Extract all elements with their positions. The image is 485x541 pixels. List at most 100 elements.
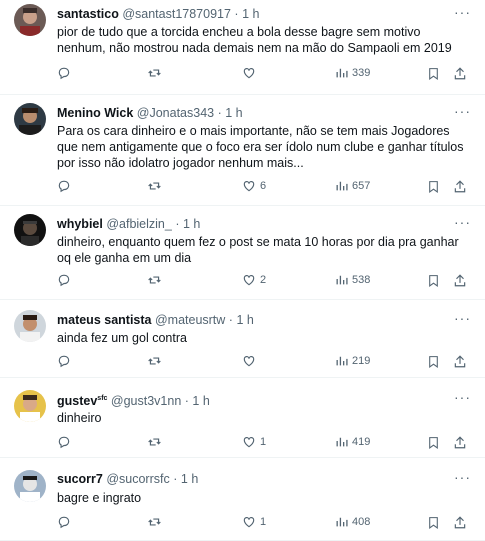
tweet[interactable]: whybiel @afbielzin_ · 1 h ··· dinheiro, …	[0, 206, 485, 300]
avatar[interactable]	[14, 4, 46, 36]
reply-button[interactable]	[57, 179, 71, 193]
share-icon	[454, 274, 466, 287]
timestamp[interactable]: 1 h	[181, 472, 198, 486]
more-horizontal-icon: ···	[454, 469, 471, 485]
action-bar: 1 419	[57, 435, 471, 453]
user-handle[interactable]: @santast17870917	[122, 7, 231, 21]
heart-icon	[243, 437, 255, 448]
retweet-button[interactable]	[147, 354, 162, 368]
display-name[interactable]: whybiel	[57, 217, 103, 231]
timestamp[interactable]: 1 h	[236, 313, 253, 327]
retweet-button[interactable]	[147, 273, 162, 287]
views-button[interactable]: 339	[335, 66, 370, 79]
avatar[interactable]	[14, 390, 46, 422]
tweet[interactable]: gustevsfc @gust3v1nn · 1 h ··· dinheiro …	[0, 378, 485, 458]
more-options-button[interactable]: ···	[454, 310, 471, 326]
tweet[interactable]: sucorr7 @sucorrsfc · 1 h ··· bagre e ing…	[0, 458, 485, 541]
heart-icon	[243, 68, 255, 79]
views-bar-chart-icon	[336, 275, 348, 285]
display-name[interactable]: gustevsfc	[57, 394, 107, 408]
like-button[interactable]: 1	[242, 435, 266, 449]
retweet-button[interactable]	[147, 179, 162, 193]
like-button[interactable]: 2	[242, 273, 266, 287]
views-bar-chart-icon	[336, 356, 348, 366]
action-bar: 2 538	[57, 273, 471, 291]
retweet-icon	[148, 276, 161, 284]
tweet-header: whybiel @afbielzin_ · 1 h	[57, 216, 455, 232]
view-count: 419	[352, 435, 371, 448]
share-button[interactable]	[453, 354, 467, 369]
avatar[interactable]	[14, 103, 46, 135]
views-button[interactable]: 657	[335, 179, 370, 192]
tweet-text: bagre e ingrato	[57, 491, 142, 505]
user-handle[interactable]: @afbielzin_	[106, 217, 172, 231]
bookmark-button[interactable]	[427, 273, 440, 288]
avatar[interactable]	[14, 470, 46, 502]
action-bar: 219	[57, 354, 471, 372]
display-name[interactable]: santastico	[57, 7, 119, 21]
user-handle[interactable]: @Jonatas343	[137, 106, 214, 120]
timestamp[interactable]: 1 h	[183, 217, 200, 231]
heart-icon	[243, 181, 255, 192]
view-count: 339	[352, 66, 371, 79]
user-handle[interactable]: @mateusrtw	[155, 313, 225, 327]
share-button[interactable]	[453, 66, 467, 81]
action-bar: 339	[57, 66, 471, 84]
display-name[interactable]: sucorr7	[57, 472, 103, 486]
views-bar-chart-icon	[336, 437, 348, 447]
reply-button[interactable]	[57, 435, 71, 449]
action-bar: 1 408	[57, 515, 471, 533]
retweet-button[interactable]	[147, 515, 162, 529]
share-button[interactable]	[453, 273, 467, 288]
more-options-button[interactable]: ···	[454, 4, 471, 20]
more-options-button[interactable]: ···	[454, 389, 471, 405]
views-bar-chart-icon	[336, 68, 348, 78]
avatar[interactable]	[14, 310, 46, 342]
reply-button[interactable]	[57, 515, 71, 529]
views-button[interactable]: 219	[335, 354, 370, 367]
avatar[interactable]	[14, 214, 46, 246]
share-button[interactable]	[453, 515, 467, 530]
views-button[interactable]: 538	[335, 273, 370, 286]
views-bar-chart-icon	[336, 517, 348, 527]
reply-button[interactable]	[57, 354, 71, 368]
bookmark-button[interactable]	[427, 354, 440, 369]
share-button[interactable]	[453, 435, 467, 450]
views-button[interactable]: 408	[335, 515, 370, 528]
share-button[interactable]	[453, 179, 467, 194]
reply-button[interactable]	[57, 66, 71, 80]
timestamp[interactable]: 1 h	[225, 106, 242, 120]
user-handle[interactable]: @sucorrsfc	[106, 472, 169, 486]
retweet-button[interactable]	[147, 435, 162, 449]
display-name[interactable]: mateus santista	[57, 313, 151, 327]
bookmark-button[interactable]	[427, 179, 440, 194]
timestamp[interactable]: 1 h	[242, 7, 259, 21]
bookmark-icon	[429, 356, 438, 368]
tweet[interactable]: santastico @santast17870917 · 1 h ··· pi…	[0, 0, 485, 95]
like-button[interactable]: 1	[242, 515, 266, 529]
tweet-text: dinheiro, enquanto quem fez o post se ma…	[57, 235, 459, 265]
bookmark-button[interactable]	[427, 435, 440, 450]
more-options-button[interactable]: ···	[454, 214, 471, 230]
tweet[interactable]: mateus santista @mateusrtw · 1 h ··· ain…	[0, 300, 485, 378]
separator-dot: ·	[175, 217, 180, 231]
like-button[interactable]	[242, 354, 260, 368]
timestamp[interactable]: 1 h	[192, 394, 209, 408]
bookmark-icon	[429, 437, 438, 449]
tweet[interactable]: Menino Wick @Jonatas343 · 1 h ··· Para o…	[0, 95, 485, 206]
bookmark-icon	[429, 68, 438, 80]
like-button[interactable]	[242, 66, 260, 80]
bookmark-button[interactable]	[427, 66, 440, 81]
more-options-button[interactable]: ···	[454, 103, 471, 119]
more-options-button[interactable]: ···	[454, 469, 471, 485]
display-name[interactable]: Menino Wick	[57, 106, 133, 120]
like-button[interactable]: 6	[242, 179, 266, 193]
user-handle[interactable]: @gust3v1nn	[111, 394, 181, 408]
views-button[interactable]: 419	[335, 435, 370, 448]
bookmark-button[interactable]	[427, 515, 440, 530]
share-icon	[454, 516, 466, 529]
reply-button[interactable]	[57, 273, 71, 287]
retweet-button[interactable]	[147, 66, 162, 80]
reply-icon	[58, 180, 70, 193]
bookmark-icon	[429, 275, 438, 287]
